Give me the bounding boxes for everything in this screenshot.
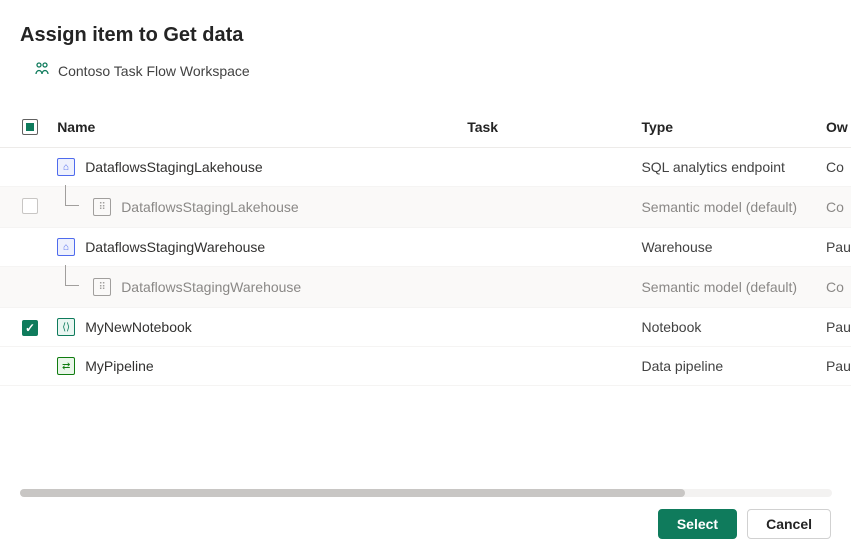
select-all-checkbox[interactable] (22, 119, 38, 135)
column-header-task[interactable]: Task (459, 106, 633, 148)
notebook-icon: ⟨⟩ (57, 318, 75, 336)
owner-cell: Pau (818, 228, 851, 267)
task-cell (459, 308, 633, 347)
column-header-name[interactable]: Name (49, 106, 459, 148)
warehouse-icon: ⌂ (57, 238, 75, 256)
row-checkbox[interactable] (22, 198, 38, 214)
model-icon: ⠿ (93, 278, 111, 296)
type-cell: Warehouse (633, 228, 818, 267)
cancel-button[interactable]: Cancel (747, 509, 831, 539)
model-icon: ⠿ (93, 198, 111, 216)
item-name: DataflowsStagingWarehouse (121, 279, 301, 295)
table-row[interactable]: ⠿ DataflowsStagingLakehouse Semantic mod… (0, 187, 851, 228)
lakehouse-icon: ⌂ (57, 158, 75, 176)
column-header-owner[interactable]: Ow (818, 106, 851, 148)
owner-cell: Co (818, 187, 851, 228)
items-table: Name Task Type Ow ⌂ DataflowsStagingLake… (0, 106, 851, 386)
owner-cell: Co (818, 267, 851, 308)
owner-cell: Co (818, 148, 851, 187)
table-row[interactable]: ⌂ DataflowsStagingWarehouse WarehousePau (0, 228, 851, 267)
owner-cell: Pau (818, 347, 851, 386)
item-name: DataflowsStagingLakehouse (85, 159, 262, 175)
workspace-name: Contoso Task Flow Workspace (58, 63, 250, 79)
item-name: MyNewNotebook (85, 319, 192, 335)
task-cell (459, 347, 633, 386)
table-row[interactable]: ⇄ MyPipeline Data pipelinePau (0, 347, 851, 386)
owner-cell: Pau (818, 308, 851, 347)
type-cell: Notebook (633, 308, 818, 347)
horizontal-scrollbar[interactable] (20, 489, 832, 497)
type-cell: Semantic model (default) (633, 267, 818, 308)
tree-connector-icon (59, 277, 83, 297)
item-name: MyPipeline (85, 358, 153, 374)
task-cell (459, 267, 633, 308)
task-cell (459, 187, 633, 228)
table-row[interactable]: ⌂ DataflowsStagingLakehouse SQL analytic… (0, 148, 851, 187)
scrollbar-thumb[interactable] (20, 489, 685, 497)
task-cell (459, 228, 633, 267)
tree-connector-icon (59, 197, 83, 217)
row-checkbox[interactable] (22, 320, 38, 336)
type-cell: Semantic model (default) (633, 187, 818, 228)
type-cell: SQL analytics endpoint (633, 148, 818, 187)
table-row[interactable]: ⠿ DataflowsStagingWarehouse Semantic mod… (0, 267, 851, 308)
table-row[interactable]: ⟨⟩ MyNewNotebook NotebookPau (0, 308, 851, 347)
dialog-title: Assign item to Get data (20, 24, 831, 47)
pipeline-icon: ⇄ (57, 357, 75, 375)
select-button[interactable]: Select (658, 509, 737, 539)
workspace-icon (34, 61, 50, 80)
task-cell (459, 148, 633, 187)
item-name: DataflowsStagingWarehouse (85, 239, 265, 255)
workspace-breadcrumb: Contoso Task Flow Workspace (20, 61, 831, 80)
item-name: DataflowsStagingLakehouse (121, 199, 298, 215)
type-cell: Data pipeline (633, 347, 818, 386)
column-header-type[interactable]: Type (633, 106, 818, 148)
